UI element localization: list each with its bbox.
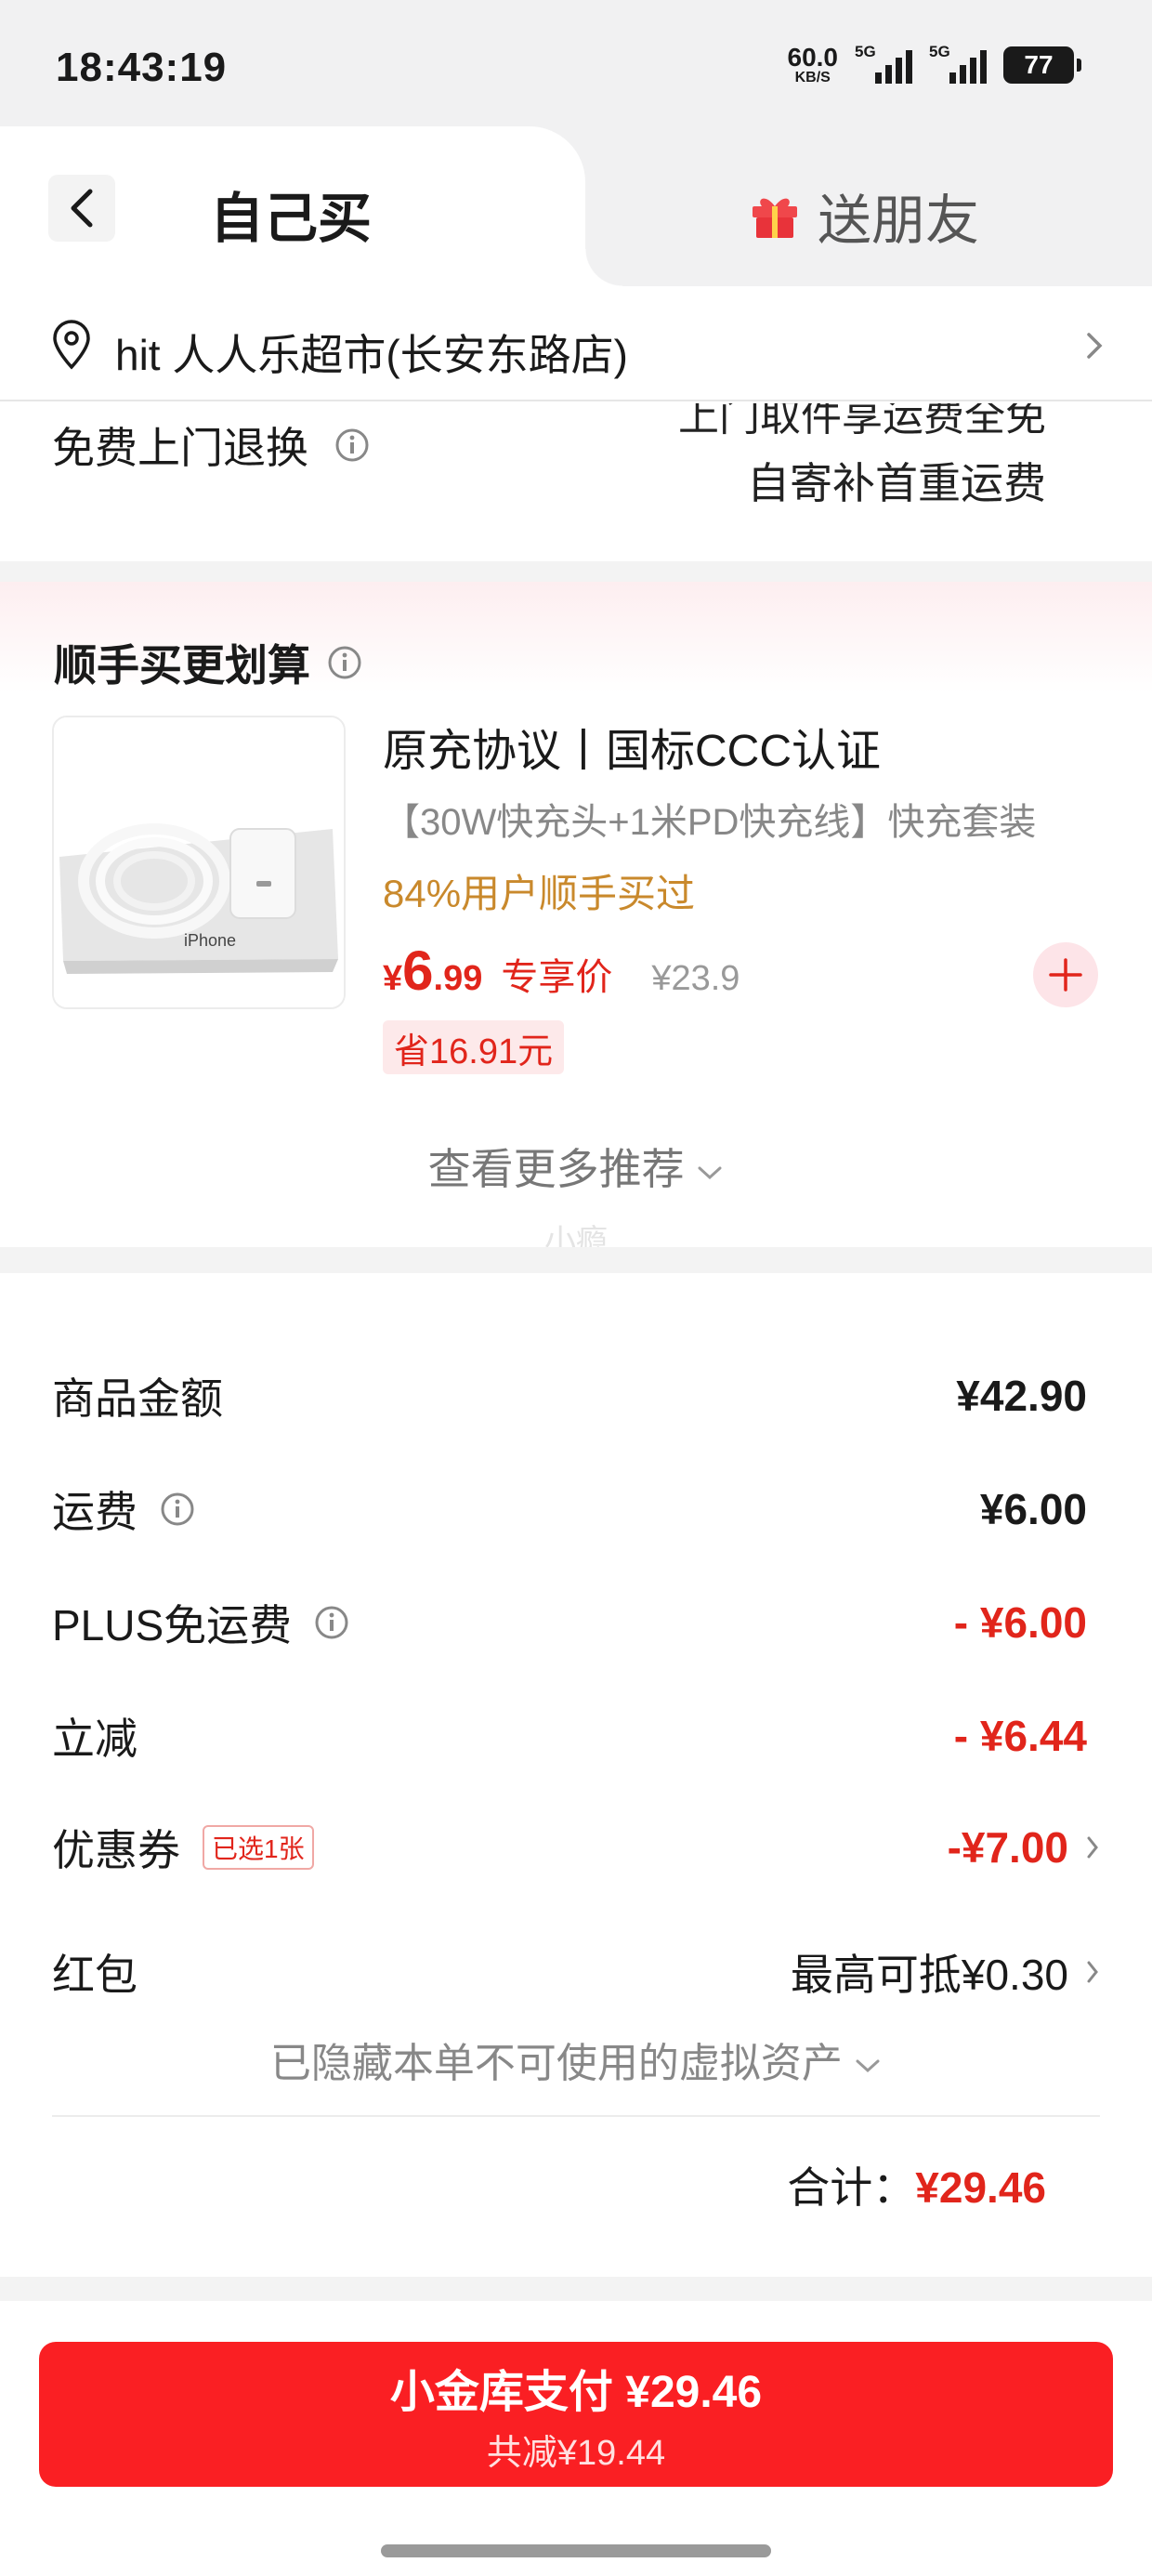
- plus-free-shipping-label: PLUS免运费: [52, 1601, 293, 1649]
- shipping-value: ¥6.00: [979, 1485, 1087, 1533]
- coupon-row[interactable]: 优惠券 已选1张 -¥7.00: [52, 1810, 1100, 1885]
- shipping-row: 运费 ¥6.00: [52, 1472, 1087, 1546]
- info-icon[interactable]: [314, 1605, 349, 1640]
- hidden-virtual-assets-toggle[interactable]: 已隐藏本单不可使用的虚拟资产: [0, 2030, 1152, 2089]
- view-more-recommendations[interactable]: 查看更多推荐: [0, 1136, 1152, 1197]
- order-total: 合计： ¥29.46: [787, 2154, 1046, 2215]
- return-service-label: 免费上门退换: [52, 414, 370, 476]
- delivery-address[interactable]: hit 人人乐超市(长安东路店): [0, 286, 1152, 401]
- bottom-pay-bar: 小金库支付 ¥29.46 共减¥19.44: [0, 2301, 1152, 2576]
- location-pin-icon: [53, 320, 90, 370]
- status-indicators: 60.0 KB/S 5G 5G 77: [788, 43, 1081, 87]
- product-description: 【30W快充头+1米PD快充线】快充套装: [383, 802, 1037, 843]
- summary-divider: [52, 2115, 1100, 2117]
- goods-amount-row: 商品金额 ¥42.90: [52, 1359, 1087, 1433]
- tab-title: 自己买: [210, 189, 373, 249]
- coupon-label: 优惠券: [52, 1826, 180, 1874]
- status-time: 18:43:19: [56, 45, 228, 90]
- signal-label-2: 5G: [929, 43, 950, 60]
- recommendation-title: 顺手买更划算: [54, 632, 362, 693]
- chevron-right-icon: [1087, 1836, 1098, 1859]
- coupon-selected-badge: 已选1张: [203, 1825, 314, 1870]
- goods-amount-value: ¥42.90: [956, 1372, 1087, 1420]
- coupon-label-group: 优惠券 已选1张: [52, 1817, 314, 1878]
- signal-icon-2: 5G: [929, 43, 987, 87]
- product-image-label: iPhone: [184, 931, 236, 950]
- plus-icon: [1049, 958, 1082, 992]
- charger-product-image: iPhone: [54, 717, 344, 1007]
- signal-label: 5G: [855, 43, 876, 60]
- section-divider: [0, 1247, 1152, 1273]
- tab-send-friend-label: 送朋友: [818, 191, 980, 251]
- instant-discount-value: - ¥6.44: [953, 1712, 1087, 1760]
- view-more-label: 查看更多推荐: [427, 1145, 685, 1193]
- return-service-detail-1: 上门取件享运费全免: [678, 403, 1046, 440]
- section-divider: [0, 561, 1152, 582]
- plus-free-shipping-row: PLUS免运费 - ¥6.00: [52, 1585, 1087, 1660]
- red-packet-label: 红包: [52, 1951, 137, 1999]
- network-speed-value: 60.0: [787, 43, 839, 72]
- pay-button-discount: 共减¥19.44: [486, 2433, 666, 2473]
- shipping-label: 运费: [52, 1488, 137, 1536]
- price-integer: 6: [402, 940, 434, 1002]
- savings-badge: 省16.91元: [383, 1020, 565, 1074]
- price-tag: 专享价: [501, 957, 613, 998]
- chevron-right-icon: [1087, 333, 1103, 359]
- recommendation-section: 顺手买更划算 iPhone 原充协议丨国标CCC认证 【30W快充头+1米PD快…: [0, 582, 1152, 1259]
- total-label: 合计：: [787, 2163, 916, 2212]
- coupon-value: -¥7.00: [947, 1823, 1068, 1872]
- chevron-left-icon: [71, 189, 93, 228]
- back-button[interactable]: [48, 175, 115, 242]
- battery-icon: 77: [1003, 46, 1081, 84]
- plus-free-shipping-value: - ¥6.00: [953, 1598, 1087, 1647]
- section-divider: [0, 2277, 1152, 2301]
- product-price-row: ¥ 6 .99 专享价 ¥23.9: [383, 939, 740, 1003]
- product-image[interactable]: iPhone: [52, 716, 346, 1009]
- pay-button[interactable]: 小金库支付 ¥29.46 共减¥19.44: [39, 2342, 1113, 2487]
- price-decimal: .99: [433, 959, 483, 998]
- battery-level: 77: [1024, 50, 1054, 79]
- address-text: hit 人人乐超市(长安东路店): [115, 331, 628, 379]
- purchase-mode-tabs: 自己买 送朋友: [0, 126, 1152, 286]
- pay-button-label: 小金库支付 ¥29.46: [389, 2367, 763, 2417]
- return-service-title: 免费上门退换: [52, 424, 308, 472]
- info-icon[interactable]: [160, 1492, 195, 1527]
- shipping-label-group: 运费: [52, 1479, 195, 1540]
- total-value: ¥29.46: [915, 2163, 1046, 2212]
- chevron-down-icon: [856, 2059, 880, 2073]
- tab-buy-for-self[interactable]: 自己买: [0, 126, 622, 286]
- goods-amount-label: 商品金额: [52, 1374, 223, 1423]
- plus-label-group: PLUS免运费: [52, 1592, 349, 1653]
- instant-discount-row: 立减 - ¥6.44: [52, 1699, 1087, 1773]
- red-packet-value: 最高可抵¥0.30: [790, 1951, 1068, 1999]
- coupon-value-group: -¥7.00: [948, 1822, 1100, 1873]
- product-name[interactable]: 原充协议丨国标CCC认证: [383, 714, 881, 779]
- tab-send-friend[interactable]: 送朋友: [749, 177, 979, 255]
- gift-icon: [753, 198, 797, 238]
- network-speed: 60.0 KB/S: [788, 45, 839, 85]
- original-price: ¥23.9: [651, 959, 740, 998]
- red-packet-row[interactable]: 红包 最高可抵¥0.30: [52, 1935, 1100, 2009]
- instant-discount-label: 立减: [52, 1715, 137, 1763]
- price-summary: 商品金额 ¥42.90 运费 ¥6.00 PLUS免运费 - ¥6.00 立减 …: [0, 1273, 1152, 2277]
- price-currency: ¥: [383, 959, 403, 998]
- return-service-row: 免费上门退换 上门取件享运费全免 自寄补首重运费: [0, 403, 1152, 561]
- status-bar: 18:43:19 60.0 KB/S 5G 5G 77: [0, 0, 1152, 130]
- chevron-down-icon: [698, 1166, 722, 1179]
- chevron-right-icon: [1087, 1961, 1098, 1983]
- recommendation-title-text: 顺手买更划算: [54, 641, 310, 690]
- add-to-order-button[interactable]: [1033, 942, 1098, 1007]
- home-indicator[interactable]: [381, 2544, 771, 2557]
- product-purchase-stat: 84%用户顺手买过: [383, 872, 696, 915]
- info-icon[interactable]: [327, 645, 362, 680]
- return-service-detail-2: 自寄补首重运费: [747, 459, 1046, 507]
- signal-icon: 5G: [855, 43, 912, 87]
- hidden-assets-label: 已隐藏本单不可使用的虚拟资产: [269, 2041, 843, 2086]
- red-packet-value-group: 最高可抵¥0.30: [791, 1941, 1100, 2003]
- network-speed-unit: KB/S: [794, 70, 831, 85]
- info-icon[interactable]: [334, 427, 370, 463]
